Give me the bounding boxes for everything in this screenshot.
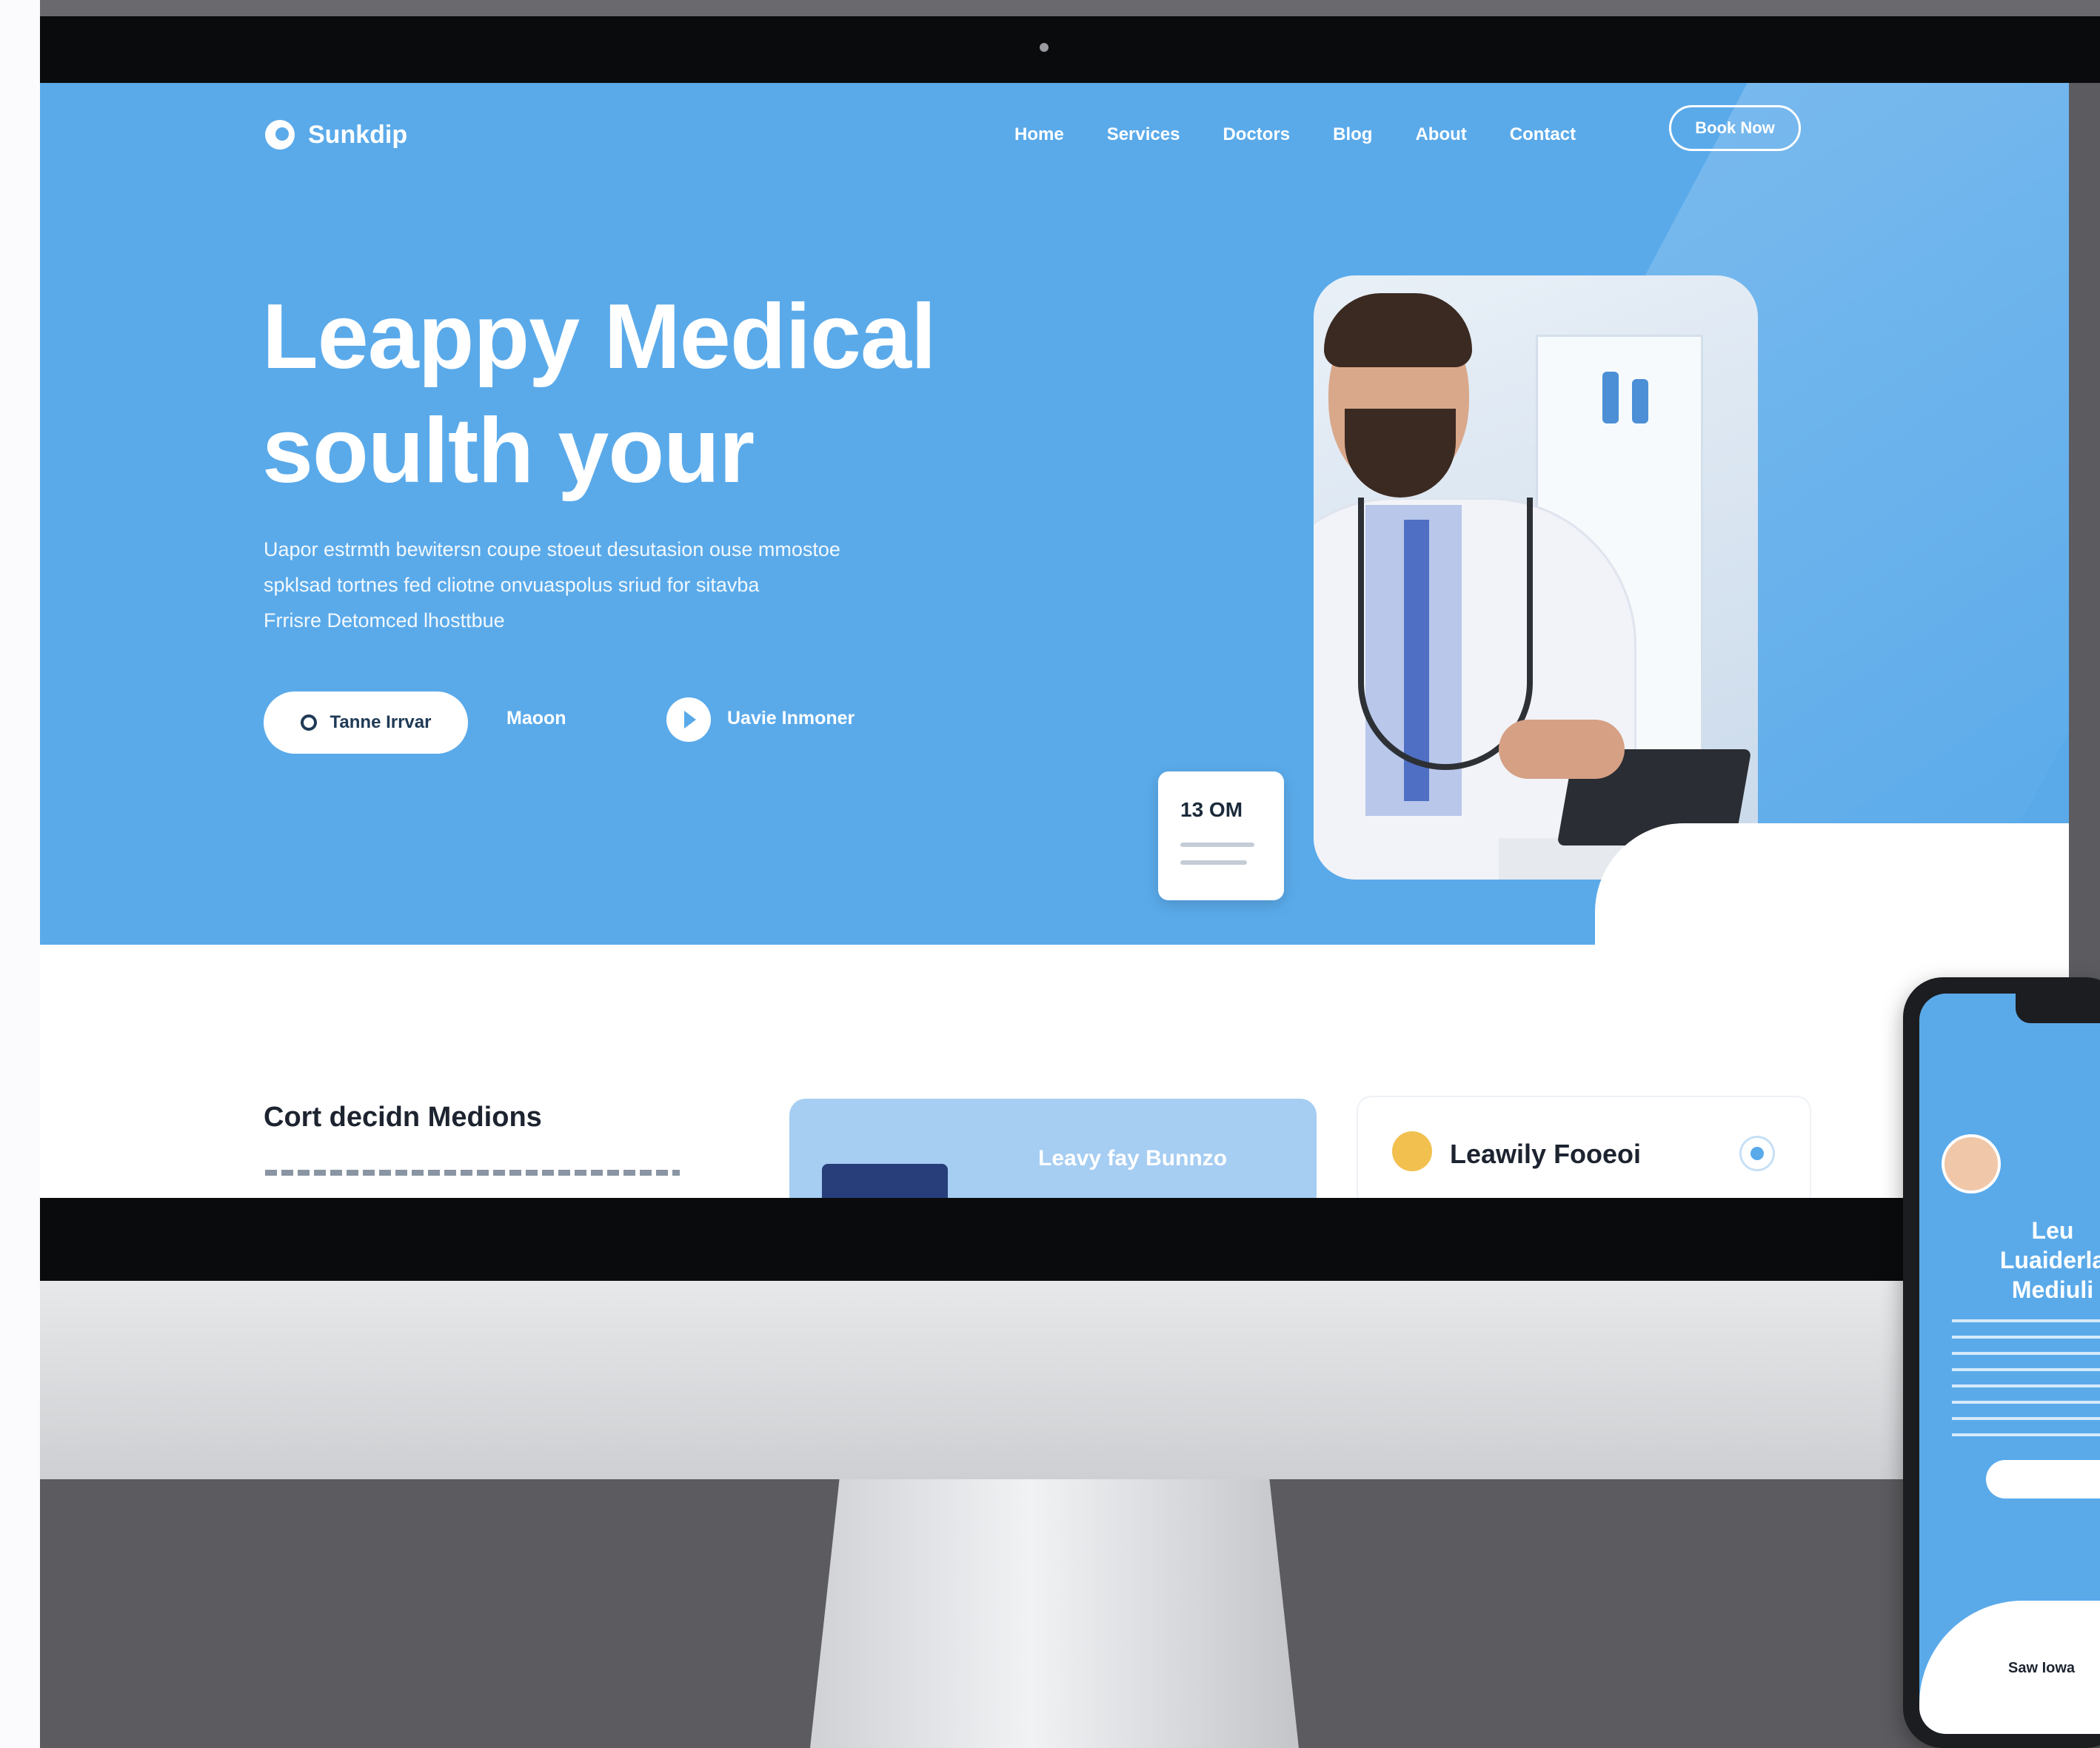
doctor-photo	[1314, 275, 1758, 880]
phone-screen: Leu Luaiderla Mediuli Saw Iowa	[1919, 994, 2100, 1734]
hero-description: Uapor estrmth bewitersn coupe stoeut des…	[264, 532, 945, 638]
monitor-chin	[40, 1281, 2100, 1479]
hero-description-line: spklsad tortnes fed cliotne onvuaspolus …	[264, 574, 760, 596]
monitor-stand	[810, 1479, 1299, 1748]
brand-name: Sunkdip	[308, 120, 408, 149]
stat-card: 13 OM	[1158, 771, 1284, 900]
hero-title-line-1: Leappy Medical	[262, 286, 936, 388]
monitor-bezel	[40, 16, 2100, 83]
user-icon	[1392, 1131, 1432, 1171]
phone-body-text	[1952, 1319, 2100, 1438]
feature-thumbnail	[822, 1164, 948, 1198]
hero-curve	[1595, 823, 2069, 971]
doctor-beard	[1345, 409, 1456, 498]
doctor-hands	[1499, 720, 1625, 779]
monitor-chin-bezel	[40, 1198, 2100, 1281]
phone-headline-line: Luaiderla	[1999, 1247, 2100, 1273]
video-link[interactable]: Uavie Inmoner	[727, 708, 855, 729]
phone-headline-line: Leu	[2031, 1217, 2074, 1244]
website-screen: Sunkdip Home Services Doctors Blog About…	[40, 83, 2069, 1198]
feature-card[interactable]: Leavy fay Bunnzo	[789, 1099, 1317, 1198]
section-title: Cort decidn Medions	[264, 1102, 542, 1133]
circle-icon	[300, 714, 317, 731]
hero-title: Leappy Medical soulth your	[262, 280, 936, 508]
logo-icon	[265, 120, 295, 150]
bottle	[1602, 372, 1619, 423]
phone-notch	[2016, 994, 2100, 1023]
info-card[interactable]: Leawily Fooeoi	[1358, 1097, 1810, 1198]
nav-item-contact[interactable]: Contact	[1510, 124, 1576, 145]
secondary-link[interactable]: Maoon	[506, 708, 566, 729]
phone-headline: Leu Luaiderla Mediuli	[1964, 1216, 2100, 1305]
stat-line	[1180, 843, 1254, 847]
nav-item-home[interactable]: Home	[1014, 124, 1064, 145]
phone-cta-button[interactable]	[1986, 1460, 2100, 1498]
nav-item-services[interactable]: Services	[1107, 124, 1180, 145]
hero-section: Sunkdip Home Services Doctors Blog About…	[40, 83, 2069, 945]
phone-mockup: Leu Luaiderla Mediuli Saw Iowa	[1903, 977, 2100, 1748]
feature-card-title: Leavy fay Bunnzo	[1038, 1146, 1228, 1171]
nav-item-about[interactable]: About	[1415, 124, 1466, 145]
book-now-button[interactable]: Book Now	[1669, 105, 1801, 151]
brand-logo[interactable]: Sunkdip	[265, 114, 407, 155]
hero-title-line-2: soulth your	[262, 400, 755, 502]
doctor-hair	[1324, 293, 1472, 367]
info-card-name: Leawily Fooeoi	[1450, 1139, 1642, 1169]
radio-icon[interactable]	[1739, 1136, 1775, 1171]
phone-bottom-label: Saw Iowa	[2008, 1660, 2076, 1676]
desktop-monitor: Sunkdip Home Services Doctors Blog About…	[40, 0, 2100, 1748]
nav-item-blog[interactable]: Blog	[1333, 124, 1372, 145]
stat-value: 13 OM	[1180, 798, 1243, 821]
section-subtitle-line	[265, 1170, 680, 1176]
nav-item-doctors[interactable]: Doctors	[1223, 124, 1290, 145]
hero-description-line: Uapor estrmth bewitersn coupe stoeut des…	[264, 538, 840, 560]
backdrop	[0, 0, 40, 1748]
main-nav: Home Services Doctors Blog About Contact	[1014, 114, 1619, 155]
hero-description-line: Frrisre Detomced lhosttbue	[264, 609, 505, 632]
primary-cta-label: Tanne Irrvar	[330, 712, 432, 732]
phone-headline-line: Mediuli	[2011, 1276, 2094, 1303]
camera-icon	[1040, 43, 1049, 52]
stat-line	[1180, 860, 1247, 865]
avatar	[1942, 1134, 2001, 1193]
bottle	[1632, 379, 1648, 423]
play-icon[interactable]	[666, 697, 711, 742]
primary-cta-button[interactable]: Tanne Irrvar	[264, 692, 468, 754]
